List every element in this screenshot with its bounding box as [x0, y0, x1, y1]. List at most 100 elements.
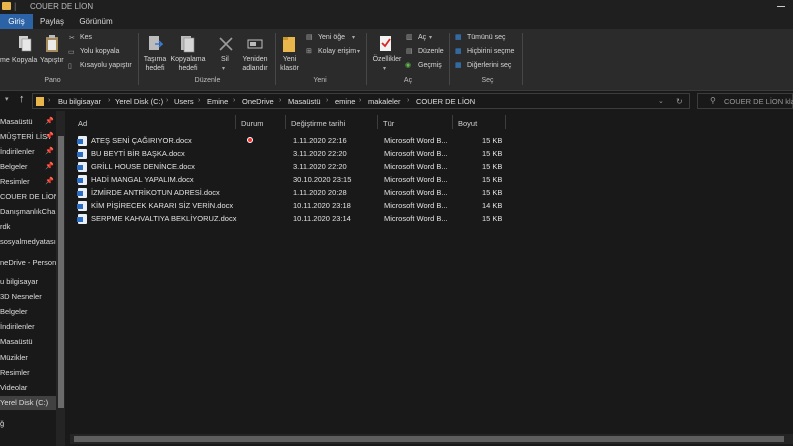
file-name: HADİ MANGAL YAPALIM.docx	[91, 175, 194, 184]
file-name: ATEŞ SENİ ÇAĞIRIYOR.docx	[91, 136, 192, 145]
nav-item[interactable]: Belgeler	[0, 305, 56, 319]
breadcrumb-item[interactable]: Users	[174, 97, 194, 106]
chevron-down-icon: ▾	[222, 66, 226, 72]
word-document-icon	[77, 136, 87, 146]
nav-item[interactable]: 3D Nesneler	[0, 290, 56, 304]
column-divider[interactable]	[505, 115, 506, 129]
search-box[interactable]: ⚲ COUER DE LİON klası	[697, 93, 793, 109]
nav-item-this-pc[interactable]: u bilgisayar	[0, 275, 56, 289]
breadcrumb-arrow[interactable]: ›	[108, 97, 110, 104]
select-none-label: Hiçbirini seçme	[467, 48, 515, 55]
column-header-modified[interactable]: Değiştirme tarihi	[291, 119, 345, 128]
title-bar: | COUER DE LİON	[0, 0, 793, 14]
column-header-size[interactable]: Boyut	[458, 119, 477, 128]
breadcrumb-arrow[interactable]: ›	[407, 97, 409, 104]
folder-icon	[36, 97, 44, 106]
file-row[interactable]: BU BEYTİ BİR BAŞKA.docx 3.11.2020 22:20 …	[72, 147, 508, 160]
word-document-icon	[77, 188, 87, 198]
column-divider[interactable]	[285, 115, 286, 129]
breadcrumb-item[interactable]: Emine	[207, 97, 228, 106]
nav-item-label: Masaüstü	[0, 337, 33, 346]
breadcrumb-item[interactable]: Masaüstü	[288, 97, 321, 106]
breadcrumb-arrow[interactable]: ›	[198, 97, 200, 104]
nav-item-label: MÜŞTERİ LİST	[0, 132, 52, 141]
breadcrumb-item[interactable]: Bu bilgisayar	[58, 97, 101, 106]
nav-item[interactable]: COUER DE LİON	[0, 190, 56, 204]
tab-paylas[interactable]: Paylaş	[35, 14, 69, 29]
nav-item[interactable]: Masaüstü 📌	[0, 115, 56, 129]
file-row[interactable]: KİM PİŞİRECEK KARARI SİZ VERİN.docx 10.1…	[72, 199, 508, 212]
nav-item[interactable]: Videolar	[0, 381, 56, 395]
column-divider[interactable]	[235, 115, 236, 129]
breadcrumb-arrow[interactable]: ›	[359, 97, 361, 104]
nav-item[interactable]: Müzikler	[0, 351, 56, 365]
open-icon: ▥	[406, 34, 413, 41]
nav-item[interactable]: İndirilenler 📌	[0, 145, 56, 159]
breadcrumb-arrow[interactable]: ›	[48, 97, 50, 104]
horizontal-scrollbar-thumb[interactable]	[74, 436, 784, 442]
nav-item[interactable]: rdk	[0, 220, 56, 234]
shortcut-icon: ▯	[68, 63, 72, 70]
file-row[interactable]: SERPME KAHVALTIYA BEKLİYORUZ.docx 10.11.…	[72, 212, 508, 225]
nav-item-onedrive[interactable]: neDrive - Person	[0, 256, 56, 270]
rename-icon	[247, 39, 263, 49]
new-folder-label-2: klasör	[280, 65, 299, 72]
column-divider[interactable]	[377, 115, 378, 129]
nav-scrollbar-thumb[interactable]	[58, 136, 64, 408]
file-name: BU BEYTİ BİR BAŞKA.docx	[91, 149, 185, 158]
breadcrumb-arrow[interactable]: ›	[279, 97, 281, 104]
ribbon-tabs: Giriş Paylaş Görünüm	[0, 14, 793, 29]
sync-error-icon	[247, 137, 253, 143]
nav-item[interactable]: sosyalmedyatası	[0, 235, 56, 249]
refresh-icon[interactable]: ↻	[676, 97, 683, 106]
file-size: 15 KB	[482, 175, 503, 184]
file-row[interactable]: GRİLL HOUSE DENİNCE.docx 3.11.2020 22:20…	[72, 160, 508, 173]
word-document-icon	[77, 201, 87, 211]
column-divider[interactable]	[452, 115, 453, 129]
column-header-status[interactable]: Durum	[241, 119, 264, 128]
edit-icon: ▤	[406, 48, 413, 55]
breadcrumb-item[interactable]: OneDrive	[242, 97, 274, 106]
file-type: Microsoft Word B...	[384, 188, 448, 197]
nav-item[interactable]: Resimler	[0, 366, 56, 380]
easy-access-icon: ⊞	[306, 48, 312, 55]
group-label-sec: Seç	[481, 77, 494, 84]
file-modified: 1.11.2020 20:28	[293, 188, 347, 197]
breadcrumb-current[interactable]: COUER DE LİON	[416, 97, 475, 106]
breadcrumb-arrow[interactable]: ›	[326, 97, 328, 104]
file-row[interactable]: İZMİRDE ANTRİKOTUN ADRESİ.docx 1.11.2020…	[72, 186, 508, 199]
breadcrumb-item[interactable]: emine	[335, 97, 355, 106]
recent-locations-icon[interactable]: ▾	[5, 95, 9, 103]
nav-item[interactable]: İndirilenler	[0, 320, 56, 334]
nav-item-selected[interactable]: Yerel Disk (C:)	[0, 396, 56, 410]
nav-item-label: rdk	[0, 222, 11, 231]
breadcrumb-arrow[interactable]: ›	[233, 97, 235, 104]
nav-item[interactable]: MÜŞTERİ LİST 📌	[0, 130, 56, 144]
nav-item-label: Resimler	[0, 177, 30, 186]
file-row[interactable]: ATEŞ SENİ ÇAĞIRIYOR.docx 1.11.2020 22:16…	[72, 134, 508, 147]
file-type: Microsoft Word B...	[384, 175, 448, 184]
nav-item[interactable]: ğ	[0, 417, 56, 431]
breadcrumb-item[interactable]: Yerel Disk (C:)	[115, 97, 163, 106]
breadcrumb-item[interactable]: makaleler	[368, 97, 401, 106]
paste-label: Yapıştır	[40, 57, 64, 64]
tab-gorunum[interactable]: Görünüm	[76, 14, 116, 29]
address-bar[interactable]: › Bu bilgisayar › Yerel Disk (C:) › User…	[32, 93, 690, 109]
group-label-duzenle: Düzenle	[194, 77, 221, 84]
file-row[interactable]: HADİ MANGAL YAPALIM.docx 30.10.2020 23:1…	[72, 173, 508, 186]
tab-giris[interactable]: Giriş	[0, 14, 33, 29]
group-label-yeni: Yeni	[313, 77, 327, 84]
breadcrumb-arrow[interactable]: ›	[166, 97, 168, 104]
column-header-type[interactable]: Tür	[383, 119, 394, 128]
nav-item[interactable]: Belgeler 📌	[0, 160, 56, 174]
nav-item[interactable]: Masaüstü	[0, 335, 56, 349]
nav-item[interactable]: DanışmanlıkCha	[0, 205, 56, 219]
up-arrow-icon[interactable]: ↑	[19, 93, 25, 105]
chevron-down-icon[interactable]: ⌄	[658, 97, 664, 105]
properties-icon	[380, 36, 391, 51]
new-folder-label-1: Yeni	[282, 56, 297, 63]
minimize-button[interactable]	[777, 6, 785, 7]
nav-item[interactable]: Resimler 📌	[0, 175, 56, 189]
column-header-name[interactable]: Ad	[78, 119, 87, 128]
nav-item-label: Masaüstü	[0, 117, 33, 126]
